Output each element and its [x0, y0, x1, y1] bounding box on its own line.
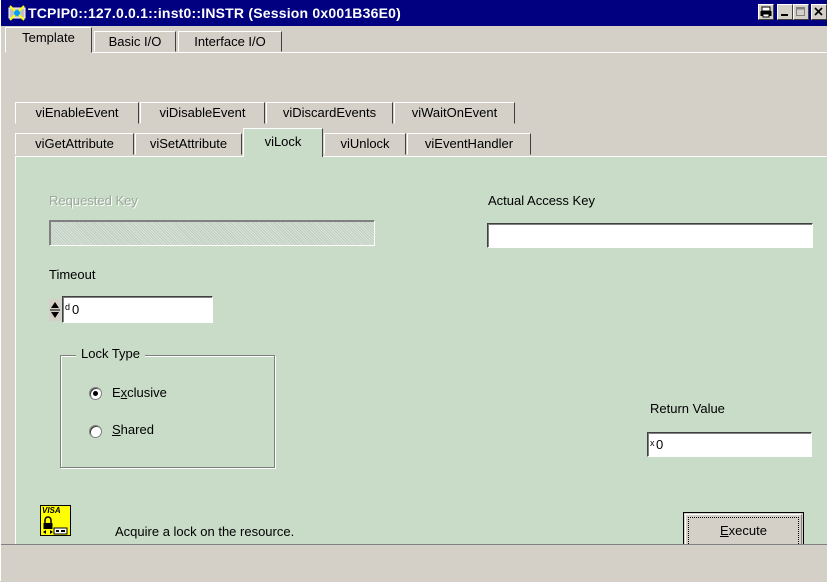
lock-type-label: Lock Type — [76, 346, 146, 361]
requested-key-label: Requested Key — [49, 193, 138, 208]
app-window: TCPIP0::127.0.0.1::inst0::INSTR (Session… — [0, 0, 827, 582]
timeout-stepper[interactable] — [49, 299, 61, 321]
maximize-icon — [796, 7, 805, 16]
print-button[interactable] — [758, 4, 774, 20]
exclusive-label-post: clusive — [127, 385, 167, 400]
stepper-arrows-icon — [49, 299, 61, 321]
minimize-button[interactable] — [777, 4, 793, 20]
timeout-value: 0 — [72, 302, 80, 317]
requested-key-field — [49, 220, 375, 246]
exclusive-label-pre: E — [112, 385, 121, 400]
status-bar — [1, 544, 827, 582]
tab-vigetattribute-label: viGetAttribute — [35, 136, 114, 151]
tab-vigetattribute[interactable]: viGetAttribute — [15, 133, 134, 155]
visa-app-icon[interactable] — [8, 4, 26, 22]
close-button[interactable] — [811, 4, 827, 20]
tab-basic-io-label: Basic I/O — [108, 34, 162, 49]
tab-vidisableevent-label: viDisableEvent — [159, 105, 246, 120]
exclusive-radio[interactable] — [89, 387, 102, 400]
timeout-label: Timeout — [49, 267, 96, 282]
visa-badge-text: VISA — [42, 506, 61, 515]
visa-lock-icon: VISA — [40, 505, 71, 536]
tab-vidiscardevents-label: viDiscardEvents — [282, 105, 377, 120]
tab-viunlock[interactable]: viUnlock — [324, 133, 406, 155]
maximize-button[interactable] — [793, 4, 809, 20]
tab-template-label: Template — [22, 30, 75, 45]
timeout-format-indicator: d — [65, 302, 71, 312]
shared-label-mnemonic: S — [112, 422, 121, 437]
return-value-field: x 0 — [647, 432, 812, 457]
exclusive-label[interactable]: Exclusive — [112, 385, 167, 400]
tab-visetattribute-label: viSetAttribute — [149, 136, 228, 151]
title-bar[interactable]: TCPIP0::127.0.0.1::inst0::INSTR (Session… — [1, 0, 827, 26]
execute-label-mnemonic: E — [720, 523, 729, 538]
function-description: Acquire a lock on the resource. — [115, 524, 295, 539]
tab-vidiscardevents[interactable]: viDiscardEvents — [266, 102, 393, 124]
tab-vienableevent-label: viEnableEvent — [35, 105, 119, 120]
shared-radio[interactable] — [89, 425, 102, 438]
lock-icon — [43, 516, 68, 535]
execute-button-label: Execute — [684, 523, 803, 538]
tab-interface-io[interactable]: Interface I/O — [178, 31, 282, 52]
tab-vidisableevent[interactable]: viDisableEvent — [140, 102, 265, 124]
lock-type-group — [60, 355, 275, 468]
tab-viwaitonevent-label: viWaitOnEvent — [411, 105, 498, 120]
shared-label-post: hared — [120, 422, 154, 437]
return-value-label: Return Value — [650, 401, 725, 416]
tab-viwaitonevent[interactable]: viWaitOnEvent — [394, 102, 515, 124]
tab-vilock-label: viLock — [264, 134, 302, 149]
shared-label[interactable]: Shared — [112, 422, 154, 437]
outer-tab-bar: Template Basic I/O Interface I/O — [1, 26, 827, 54]
execute-label-rest: xecute — [728, 523, 767, 538]
tab-visetattribute[interactable]: viSetAttribute — [135, 133, 242, 155]
tab-vilock[interactable]: viLock — [243, 128, 323, 157]
tab-viunlock-label: viUnlock — [340, 136, 390, 151]
tab-interface-io-label: Interface I/O — [194, 34, 266, 49]
window-title: TCPIP0::127.0.0.1::inst0::INSTR (Session… — [28, 5, 401, 21]
tab-basic-io[interactable]: Basic I/O — [94, 31, 176, 52]
tab-vieventhandler[interactable]: viEventHandler — [407, 133, 531, 155]
return-value-format-indicator: x — [650, 438, 655, 448]
actual-access-key-field[interactable] — [487, 223, 813, 248]
tab-vieventhandler-label: viEventHandler — [424, 136, 514, 151]
close-icon — [814, 7, 823, 16]
printer-icon — [760, 6, 772, 18]
timeout-field[interactable]: d 0 — [62, 296, 213, 323]
return-value-value: 0 — [656, 437, 664, 452]
vilock-panel: Requested Key Actual Access Key Timeout … — [15, 156, 827, 551]
actual-access-key-label: Actual Access Key — [488, 193, 595, 208]
minimize-icon — [781, 14, 788, 16]
tab-vienableevent[interactable]: viEnableEvent — [15, 102, 139, 124]
tab-template[interactable]: Template — [5, 27, 92, 53]
radio-selected-dot — [93, 391, 98, 396]
